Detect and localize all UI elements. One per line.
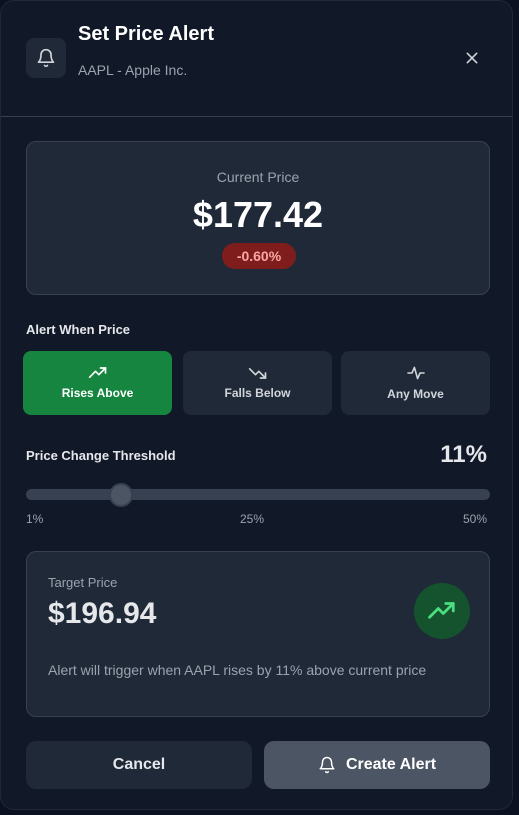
threshold-slider-thumb[interactable] [108,483,133,507]
cancel-button[interactable]: Cancel [26,741,252,789]
create-alert-button[interactable]: Create Alert [264,741,490,789]
threshold-value: 11% [440,441,487,468]
slider-max-label: 50% [463,512,488,526]
current-price-label: Current Price [216,169,300,185]
dialog-title: Set Price Alert [78,23,214,45]
cancel-button-label: Cancel [112,756,166,773]
slider-mid-label: 25% [240,512,265,526]
close-button[interactable] [459,45,485,71]
rises-above-button[interactable]: Rises Above [23,351,172,415]
falls-below-button[interactable]: Falls Below [183,351,332,415]
dialog-header: Set Price Alert AAPL - Apple Inc. [1,1,512,117]
any-move-label: Any Move [387,387,444,401]
bell-icon [319,756,335,774]
create-alert-label: Create Alert [345,756,437,773]
activity-icon [406,366,425,380]
dialog-subtitle: AAPL - Apple Inc. [78,62,188,78]
alert-when-label: Alert When Price [26,322,131,337]
current-price-card: Current Price $177.42 -0.60% [26,141,490,295]
target-price-label: Target Price [48,575,118,590]
threshold-slider-track[interactable] [26,489,490,500]
price-alert-dialog: Set Price Alert AAPL - Apple Inc. Curren… [0,0,513,810]
falls-below-label: Falls Below [224,386,291,400]
trending-up-icon [414,583,470,639]
current-price-value: $177.42 [192,194,324,235]
target-price-value: $196.94 [48,597,157,630]
bell-icon [26,38,66,78]
any-move-button[interactable]: Any Move [341,351,490,415]
target-price-card: Target Price $196.94 Alert will trigger … [26,551,490,717]
trending-down-icon [248,368,266,379]
trending-up-icon [88,367,106,378]
slider-min-label: 1% [26,512,44,526]
target-description: Alert will trigger when AAPL rises by 11… [48,662,427,678]
price-change-badge: -0.60% [222,243,296,269]
threshold-label: Price Change Threshold [26,448,176,463]
close-icon [466,52,478,64]
rises-above-label: Rises Above [61,386,134,400]
